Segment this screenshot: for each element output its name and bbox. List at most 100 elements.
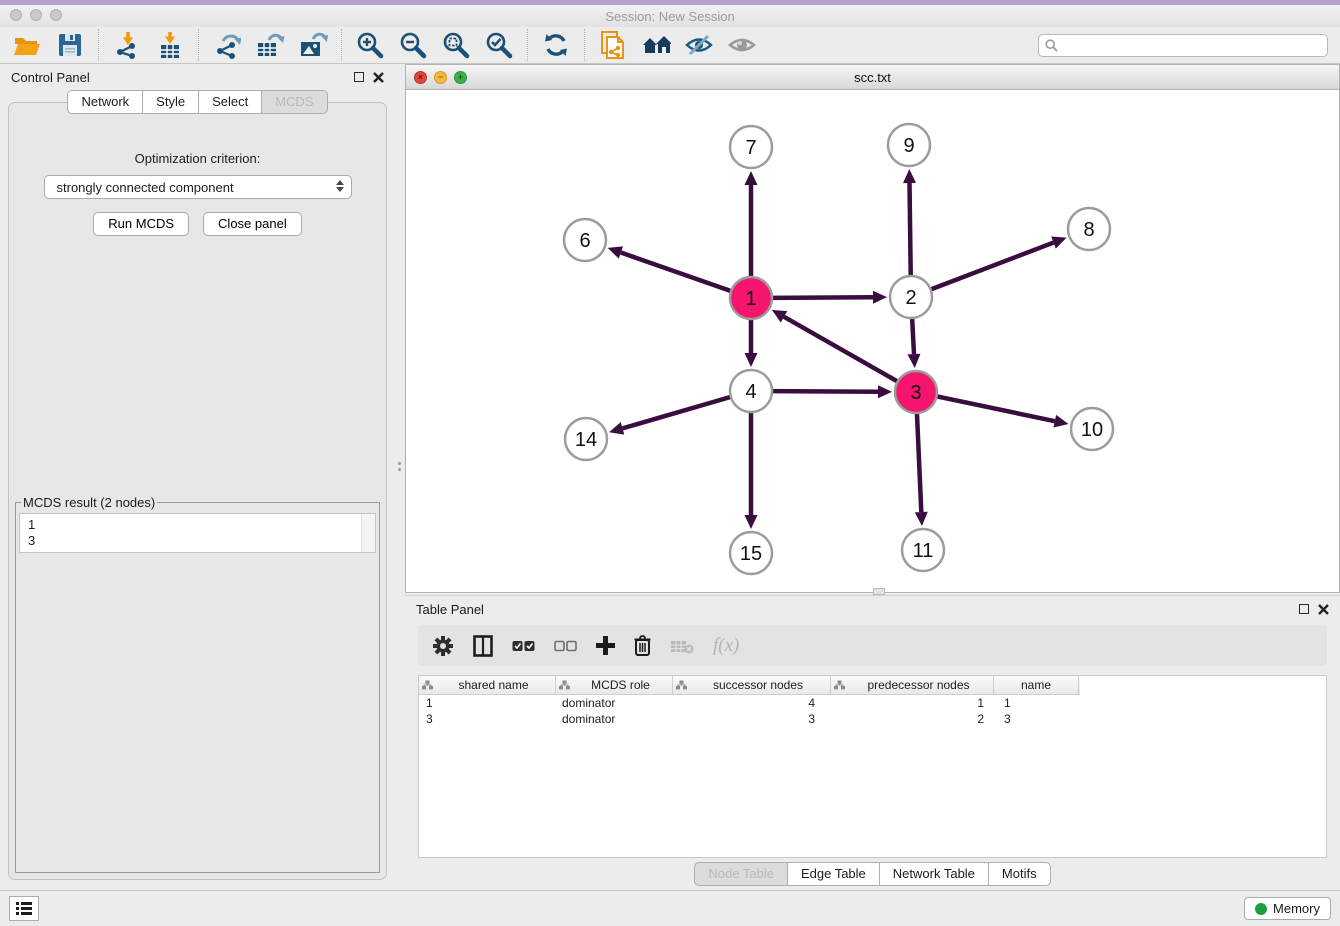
network-minimize-icon[interactable]: − <box>434 71 447 84</box>
houses-icon[interactable] <box>641 30 671 60</box>
tab-motifs[interactable]: Motifs <box>988 862 1051 886</box>
column-header-shared-name[interactable]: shared name <box>419 676 556 694</box>
float-table-panel-icon[interactable] <box>1299 604 1309 614</box>
table-row[interactable]: 3dominator323 <box>419 711 1326 727</box>
import-network-icon[interactable] <box>112 30 142 60</box>
close-panel-button[interactable]: Close panel <box>203 212 302 236</box>
window-zoom-button[interactable] <box>50 9 62 21</box>
tab-style[interactable]: Style <box>142 90 199 114</box>
main-area: Control Panel Network Style Select MCDS … <box>0 64 1340 890</box>
open-folder-icon[interactable] <box>12 30 42 60</box>
task-history-button[interactable] <box>9 896 39 921</box>
eye-icon[interactable] <box>727 30 757 60</box>
table-cell[interactable]: 4 <box>673 696 831 710</box>
tree-icon <box>559 680 570 690</box>
graph-edge-4-3[interactable] <box>772 391 878 392</box>
table-cell[interactable]: 3 <box>994 712 1079 726</box>
network-close-icon[interactable]: × <box>414 71 427 84</box>
trash-icon[interactable] <box>634 635 651 656</box>
table-cell[interactable]: dominator <box>556 696 673 710</box>
network-resize-grip[interactable] <box>873 588 885 595</box>
column-header-mcds-role[interactable]: MCDS role <box>556 676 673 694</box>
graph-edge-1-6[interactable] <box>621 253 731 292</box>
graph-node-label-10: 10 <box>1081 419 1103 441</box>
graph-edge-4-14[interactable] <box>622 397 730 429</box>
control-panel-title: Control Panel <box>11 70 90 85</box>
columns-icon[interactable] <box>473 635 493 657</box>
table-panel-header: Table Panel <box>405 596 1340 622</box>
gear-icon[interactable] <box>432 635 454 657</box>
column-header-successor-nodes[interactable]: successor nodes <box>673 676 831 694</box>
import-table-icon[interactable] <box>155 30 185 60</box>
table-cell[interactable]: 3 <box>673 712 831 726</box>
tree-icon <box>422 680 433 690</box>
add-column-icon[interactable] <box>596 636 615 655</box>
column-header-predecessor-nodes[interactable]: predecessor nodes <box>831 676 994 694</box>
main-toolbar <box>0 27 1340 64</box>
zoom-in-icon[interactable] <box>355 30 385 60</box>
tab-mcds[interactable]: MCDS <box>261 90 327 114</box>
tree-icon <box>676 680 687 690</box>
export-table-icon[interactable] <box>255 30 285 60</box>
graph-edge-2-9[interactable] <box>910 183 911 276</box>
table-cell[interactable]: 1 <box>831 696 994 710</box>
save-icon[interactable] <box>55 30 85 60</box>
memory-status-icon <box>1255 903 1267 915</box>
close-table-panel-icon[interactable] <box>1318 604 1329 615</box>
node-table-header: shared name MCDS role successor nodes pr… <box>419 676 1080 695</box>
export-image-icon[interactable] <box>298 30 328 60</box>
float-panel-icon[interactable] <box>354 72 364 82</box>
mcds-result-box[interactable]: 13 <box>19 513 376 553</box>
table-cell[interactable]: 1 <box>994 696 1079 710</box>
unselect-all-icon[interactable] <box>554 640 577 652</box>
network-canvas[interactable]: 1234678910111415 <box>405 90 1340 593</box>
graph-edge-2-3[interactable] <box>912 318 914 354</box>
memory-button[interactable]: Memory <box>1244 897 1331 920</box>
search-input[interactable] <box>1062 38 1321 52</box>
mcds-result-line: 1 <box>28 517 355 533</box>
result-scrollbar[interactable] <box>361 514 375 552</box>
criterion-select[interactable]: strongly connected component <box>44 175 352 199</box>
graph-edge-3-10[interactable] <box>937 396 1055 421</box>
documents-share-icon[interactable] <box>598 30 628 60</box>
graph-edge-arrowhead <box>878 385 892 398</box>
refresh-icon[interactable] <box>541 30 571 60</box>
graph-node-label-6: 6 <box>579 230 590 252</box>
select-all-icon[interactable] <box>512 640 535 652</box>
graph-edge-arrowhead <box>903 169 916 183</box>
window-minimize-button[interactable] <box>30 9 42 21</box>
zoom-fit-icon[interactable] <box>441 30 471 60</box>
divider-grip[interactable] <box>398 462 401 471</box>
window-close-button[interactable] <box>10 9 22 21</box>
graph-edge-2-8[interactable] <box>931 243 1054 290</box>
graph-edge-arrowhead <box>915 512 928 526</box>
close-panel-icon[interactable] <box>373 72 384 83</box>
table-row[interactable]: 1dominator411 <box>419 695 1326 711</box>
select-chevrons-icon <box>336 180 344 192</box>
eye-slash-icon[interactable] <box>684 30 714 60</box>
table-panel: Table Panel <box>405 595 1340 890</box>
tab-node-table[interactable]: Node Table <box>694 862 788 886</box>
tab-edge-table[interactable]: Edge Table <box>787 862 880 886</box>
graph-edge-3-11[interactable] <box>917 413 921 512</box>
export-network-icon[interactable] <box>212 30 242 60</box>
tab-select[interactable]: Select <box>198 90 262 114</box>
zoom-out-icon[interactable] <box>398 30 428 60</box>
table-cell[interactable]: 1 <box>419 696 556 710</box>
run-mcds-button[interactable]: Run MCDS <box>93 212 189 236</box>
graph-node-label-1: 1 <box>745 288 756 310</box>
tab-network[interactable]: Network <box>67 90 143 114</box>
zoom-selected-icon[interactable] <box>484 30 514 60</box>
column-header-name[interactable]: name <box>994 676 1079 694</box>
panel-divider[interactable] <box>395 64 405 890</box>
table-cell[interactable]: 2 <box>831 712 994 726</box>
network-maximize-icon[interactable]: + <box>454 71 467 84</box>
search-box[interactable] <box>1038 34 1328 57</box>
table-cell[interactable]: dominator <box>556 712 673 726</box>
toolbar-separator <box>584 29 585 61</box>
graph-edge-3-1[interactable] <box>784 317 898 382</box>
graph-edge-arrowhead <box>873 291 887 304</box>
tab-network-table[interactable]: Network Table <box>879 862 989 886</box>
graph-edge-1-2[interactable] <box>772 297 873 298</box>
table-cell[interactable]: 3 <box>419 712 556 726</box>
